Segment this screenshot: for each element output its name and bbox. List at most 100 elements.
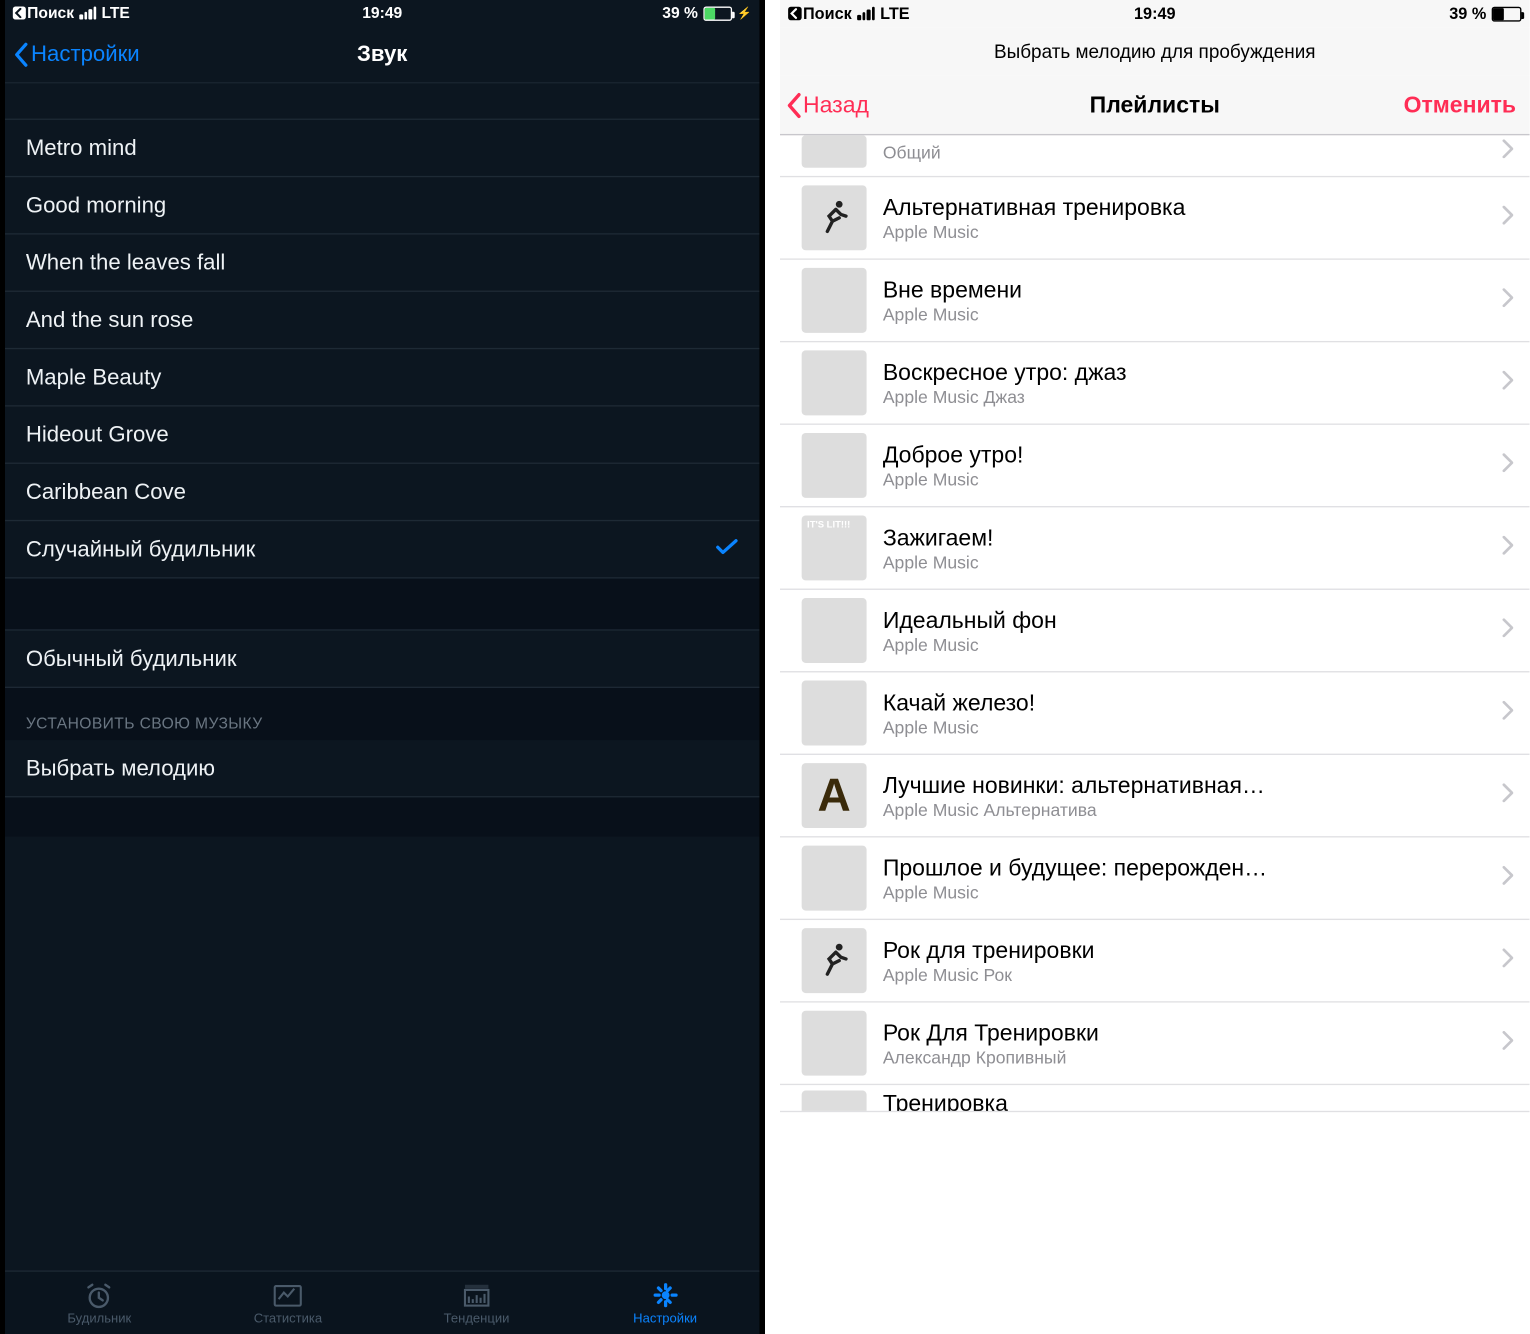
tab-stats-label: Статистика (254, 1311, 322, 1325)
sound-row[interactable]: Случайный будильник (5, 521, 759, 578)
playlist-subtitle: Apple Music Джаз (883, 386, 1486, 406)
chevron-right-icon (1503, 618, 1514, 644)
playlist-subtitle: Apple Music (883, 469, 1486, 489)
playlist-row[interactable]: A Лучшие новинки: альтернативная…Apple Mu… (780, 755, 1530, 838)
playlist-row[interactable]: Рок для тренировкиApple Music Рок (780, 920, 1530, 1003)
tab-trends-label: Тенденции (444, 1311, 510, 1325)
playlist-artwork (802, 268, 867, 333)
chevron-right-icon (1503, 535, 1514, 561)
sound-row[interactable]: Good morning (5, 177, 759, 234)
chevron-right-icon (1503, 370, 1514, 396)
playlist-row[interactable]: IT'S LIT!!!Зажигаем!Apple Music (780, 507, 1530, 590)
sound-label: Случайный будильник (26, 536, 256, 562)
status-back-to-app[interactable]: Поиск (13, 4, 74, 22)
sound-label: And the sun rose (26, 307, 193, 333)
playlist-row[interactable]: Доброе утро!Apple Music (780, 425, 1530, 508)
playlist-title: Доброе утро! (883, 442, 1486, 469)
tab-bar: Будильник Статистика Тенденции Настройки (5, 1270, 759, 1334)
standard-alarm-row[interactable]: Обычный будильник (5, 631, 759, 688)
playlist-artwork (802, 185, 867, 250)
playlist-row[interactable]: Вне времениApple Music (780, 260, 1530, 343)
section-header-own-music: УСТАНОВИТЬ СВОЮ МУЗЫКУ (5, 688, 759, 740)
playlist-artwork (802, 135, 867, 167)
status-time: 19:49 (1134, 4, 1176, 23)
chevron-right-icon (1503, 948, 1514, 974)
playlist-subtitle: Общий (883, 141, 1486, 161)
status-bar-right: Поиск LTE 19:49 39 % (780, 0, 1530, 27)
playlist-title: Лучшие новинки: альтернативная… (883, 772, 1486, 799)
playlist-artwork (802, 1011, 867, 1076)
sound-row[interactable]: Maple Beauty (5, 349, 759, 406)
playlist-title: Рок для тренировки (883, 937, 1486, 964)
playlist-list[interactable]: Общий Альтернативная тренировкаApple Musi… (780, 135, 1530, 1331)
chevron-right-icon (1503, 453, 1514, 479)
trends-icon (460, 1280, 494, 1309)
carrier-label: LTE (101, 4, 129, 22)
nav-bar: Назад Плейлисты Отменить (780, 76, 1530, 136)
signal-icon (79, 7, 96, 20)
chevron-right-icon (1503, 1030, 1514, 1056)
playlist-title: Зажигаем! (883, 524, 1486, 551)
tab-stats[interactable]: Статистика (194, 1272, 383, 1334)
playlist-title: Тренировка (883, 1091, 1513, 1113)
playlist-row[interactable]: Идеальный фонApple Music (780, 590, 1530, 673)
playlist-artwork (802, 846, 867, 911)
stats-icon (271, 1280, 305, 1309)
playlist-subtitle: Александр Кропивный (883, 1047, 1486, 1067)
sound-row[interactable]: Caribbean Cove (5, 464, 759, 521)
playlist-row[interactable]: Качай железо!Apple Music (780, 672, 1530, 755)
sound-row[interactable]: Metro mind (5, 120, 759, 177)
chevron-right-icon (1503, 865, 1514, 891)
page-title: Плейлисты (1090, 91, 1220, 118)
playlist-artwork (802, 433, 867, 498)
tab-settings[interactable]: Настройки (571, 1272, 760, 1334)
sound-label: Metro mind (26, 135, 137, 161)
playlist-row[interactable]: Воскресное утро: джазApple Music Джаз (780, 342, 1530, 425)
sound-label: When the leaves fall (26, 250, 225, 276)
playlist-subtitle: Apple Music (883, 551, 1486, 571)
sound-label: Good morning (26, 192, 166, 218)
chevron-right-icon (1503, 139, 1514, 165)
playlist-title: Прошлое и будущее: перерожден… (883, 854, 1486, 881)
tab-settings-label: Настройки (633, 1311, 697, 1325)
playlist-row[interactable]: Прошлое и будущее: перерожден…Apple Musi… (780, 838, 1530, 921)
playlist-row[interactable]: Тренировка (780, 1085, 1530, 1112)
charging-icon: ⚡ (737, 6, 752, 20)
battery-percent: 39 % (662, 4, 698, 22)
playlist-row[interactable]: Альтернативная тренировкаApple Music (780, 177, 1530, 260)
status-bar-left: Поиск LTE 19:49 39 % ⚡ (5, 0, 759, 26)
playlist-title: Рок Для Тренировки (883, 1019, 1486, 1046)
playlist-row[interactable]: Рок Для ТренировкиАлександр Кропивный (780, 1003, 1530, 1086)
playlist-subtitle: Apple Music Альтернатива (883, 799, 1486, 819)
tab-alarm-label: Будильник (67, 1311, 131, 1325)
sound-row[interactable]: Hideout Grove (5, 407, 759, 464)
pick-melody-label: Выбрать мелодию (26, 755, 215, 781)
sound-row[interactable]: When the leaves fall (5, 235, 759, 292)
tab-alarm[interactable]: Будильник (5, 1272, 194, 1334)
chevron-right-icon (1503, 205, 1514, 231)
back-button[interactable]: Настройки (13, 41, 140, 67)
playlist-row[interactable]: Общий (780, 135, 1530, 177)
tab-trends[interactable]: Тенденции (382, 1272, 571, 1334)
signal-icon (857, 7, 875, 21)
status-back-label: Поиск (803, 4, 852, 23)
playlist-artwork: A (802, 763, 867, 828)
playlist-title: Воскресное утро: джаз (883, 359, 1486, 386)
status-time: 19:49 (362, 4, 402, 22)
back-label: Назад (803, 91, 869, 118)
sound-list[interactable]: Metro mind Good morning When the leaves fa… (5, 83, 759, 1270)
status-back-to-app[interactable]: Поиск (788, 4, 852, 23)
playlist-title: Качай железо! (883, 689, 1486, 716)
playlist-subtitle: Apple Music (883, 634, 1486, 654)
cancel-button[interactable]: Отменить (1404, 91, 1516, 118)
chevron-right-icon (1503, 700, 1514, 726)
sound-label: Caribbean Cove (26, 479, 186, 505)
nav-bar: Настройки Звук (5, 26, 759, 83)
back-button[interactable]: Назад (785, 91, 869, 118)
chevron-right-icon (1503, 783, 1514, 809)
pick-melody-row[interactable]: Выбрать мелодию (5, 740, 759, 797)
status-back-label: Поиск (27, 4, 74, 22)
playlist-subtitle: Apple Music Рок (883, 964, 1486, 984)
battery-icon (1492, 6, 1522, 21)
sound-row[interactable]: And the sun rose (5, 292, 759, 349)
